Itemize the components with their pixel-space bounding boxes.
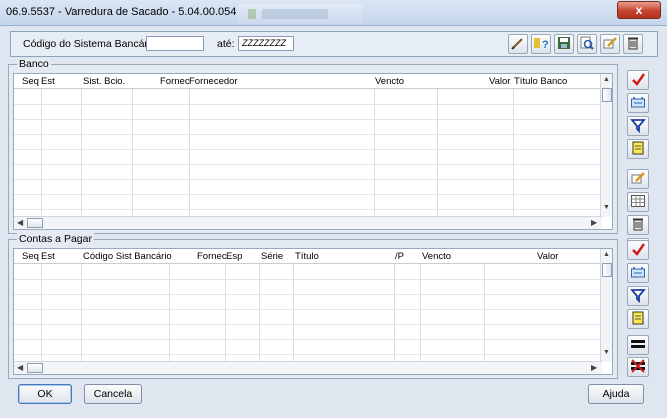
contas-grid[interactable]: Seq Est Código Sist Bancário Fornec Esp … bbox=[13, 248, 613, 375]
edit-icon[interactable] bbox=[600, 34, 620, 54]
svg-text:?: ? bbox=[542, 39, 549, 51]
banco-grid-header: Seq Est Sist. Bcio. Fornec Fornecedor Ve… bbox=[14, 74, 602, 89]
contas-horizontal-scrollbar[interactable]: ◀ ▶ bbox=[14, 361, 602, 374]
col-valor[interactable]: Valor bbox=[489, 76, 510, 87]
col-seq[interactable]: Seq bbox=[22, 76, 39, 87]
new-icon[interactable] bbox=[627, 309, 649, 329]
col-parcela[interactable]: /P bbox=[395, 251, 404, 262]
col-esp[interactable]: Esp bbox=[226, 251, 242, 262]
help-button[interactable]: Ajuda bbox=[588, 384, 644, 404]
pencil-icon[interactable] bbox=[508, 34, 528, 54]
window-client: Código do Sistema Bancário: até: ZZZZZZZ… bbox=[0, 26, 667, 418]
banco-grid[interactable]: Seq Est Sist. Bcio. Fornec Fornecedor Ve… bbox=[13, 73, 613, 230]
col-codigo-sist-bancario[interactable]: Código Sist Bancário bbox=[83, 251, 172, 262]
save-icon[interactable] bbox=[554, 34, 574, 54]
banco-title: Banco bbox=[17, 58, 51, 70]
filter-icon[interactable] bbox=[627, 116, 649, 136]
banco-horizontal-scrollbar[interactable]: ◀ ▶ bbox=[14, 216, 602, 229]
title-bar: 06.9.5537 - Varredura de Sacado - 5.04.0… bbox=[0, 0, 667, 26]
new-icon[interactable] bbox=[627, 139, 649, 159]
col-sist-bcio[interactable]: Sist. Bcio. bbox=[83, 76, 125, 87]
contas-title: Contas a Pagar bbox=[17, 233, 94, 245]
banco-vertical-scrollbar[interactable]: ▲ ▼ bbox=[600, 74, 612, 217]
cancel-button[interactable]: Cancela bbox=[84, 384, 142, 404]
window-title: 06.9.5537 - Varredura de Sacado - 5.04.0… bbox=[6, 6, 237, 18]
col-serie[interactable]: Série bbox=[261, 251, 283, 262]
link-icon[interactable] bbox=[627, 93, 649, 113]
contas-group: Contas a Pagar Seq Est Código Sist Bancá… bbox=[8, 233, 618, 379]
link-icon[interactable] bbox=[627, 263, 649, 283]
codigo-to-input[interactable]: ZZZZZZZZ bbox=[238, 36, 294, 51]
close-button[interactable]: x bbox=[617, 1, 661, 19]
help-icon[interactable]: ? bbox=[531, 34, 551, 54]
contas-grid-header: Seq Est Código Sist Bancário Fornec Esp … bbox=[14, 249, 602, 264]
col-est[interactable]: Est bbox=[41, 76, 55, 87]
search-icon[interactable] bbox=[577, 34, 597, 54]
ate-label: até: bbox=[217, 38, 235, 50]
col-vencto[interactable]: Vencto bbox=[422, 251, 451, 262]
trash-icon[interactable] bbox=[627, 215, 649, 235]
col-fornec[interactable]: Fornec bbox=[160, 76, 190, 87]
banco-hscroll-thumb[interactable] bbox=[27, 218, 43, 228]
filter-icon[interactable] bbox=[627, 286, 649, 306]
contas-vertical-scrollbar[interactable]: ▲ ▼ bbox=[600, 249, 612, 362]
contas-hscroll-thumb[interactable] bbox=[27, 363, 43, 373]
col-vencto[interactable]: Vencto bbox=[375, 76, 404, 87]
col-valor[interactable]: Valor bbox=[537, 251, 558, 262]
filter-bar: Código do Sistema Bancário: até: ZZZZZZZ… bbox=[10, 31, 658, 57]
trash-icon[interactable] bbox=[623, 34, 643, 54]
not-equals-icon[interactable] bbox=[627, 357, 649, 377]
grid-icon[interactable] bbox=[627, 192, 649, 212]
col-seq[interactable]: Seq bbox=[22, 251, 39, 262]
codigo-from-input[interactable] bbox=[146, 36, 204, 51]
col-titulo[interactable]: Título bbox=[295, 251, 319, 262]
check-icon[interactable] bbox=[627, 240, 649, 260]
edit-icon[interactable] bbox=[627, 169, 649, 189]
col-est[interactable]: Est bbox=[41, 251, 55, 262]
equals-icon[interactable] bbox=[627, 335, 649, 355]
banco-vscroll-thumb[interactable] bbox=[602, 88, 612, 102]
col-fornecedor[interactable]: Fornecedor bbox=[189, 76, 238, 87]
col-titulo-banco[interactable]: Título Banco bbox=[514, 76, 567, 87]
banco-group: Banco Seq Est Sist. Bcio. Fornec Fornece… bbox=[8, 58, 618, 234]
codigo-label: Código do Sistema Bancário: bbox=[23, 38, 159, 50]
ok-button[interactable]: OK bbox=[18, 384, 72, 404]
contas-vscroll-thumb[interactable] bbox=[602, 263, 612, 277]
col-fornec[interactable]: Fornec bbox=[197, 251, 227, 262]
check-icon[interactable] bbox=[627, 70, 649, 90]
taskbar-tab[interactable] bbox=[238, 4, 362, 24]
